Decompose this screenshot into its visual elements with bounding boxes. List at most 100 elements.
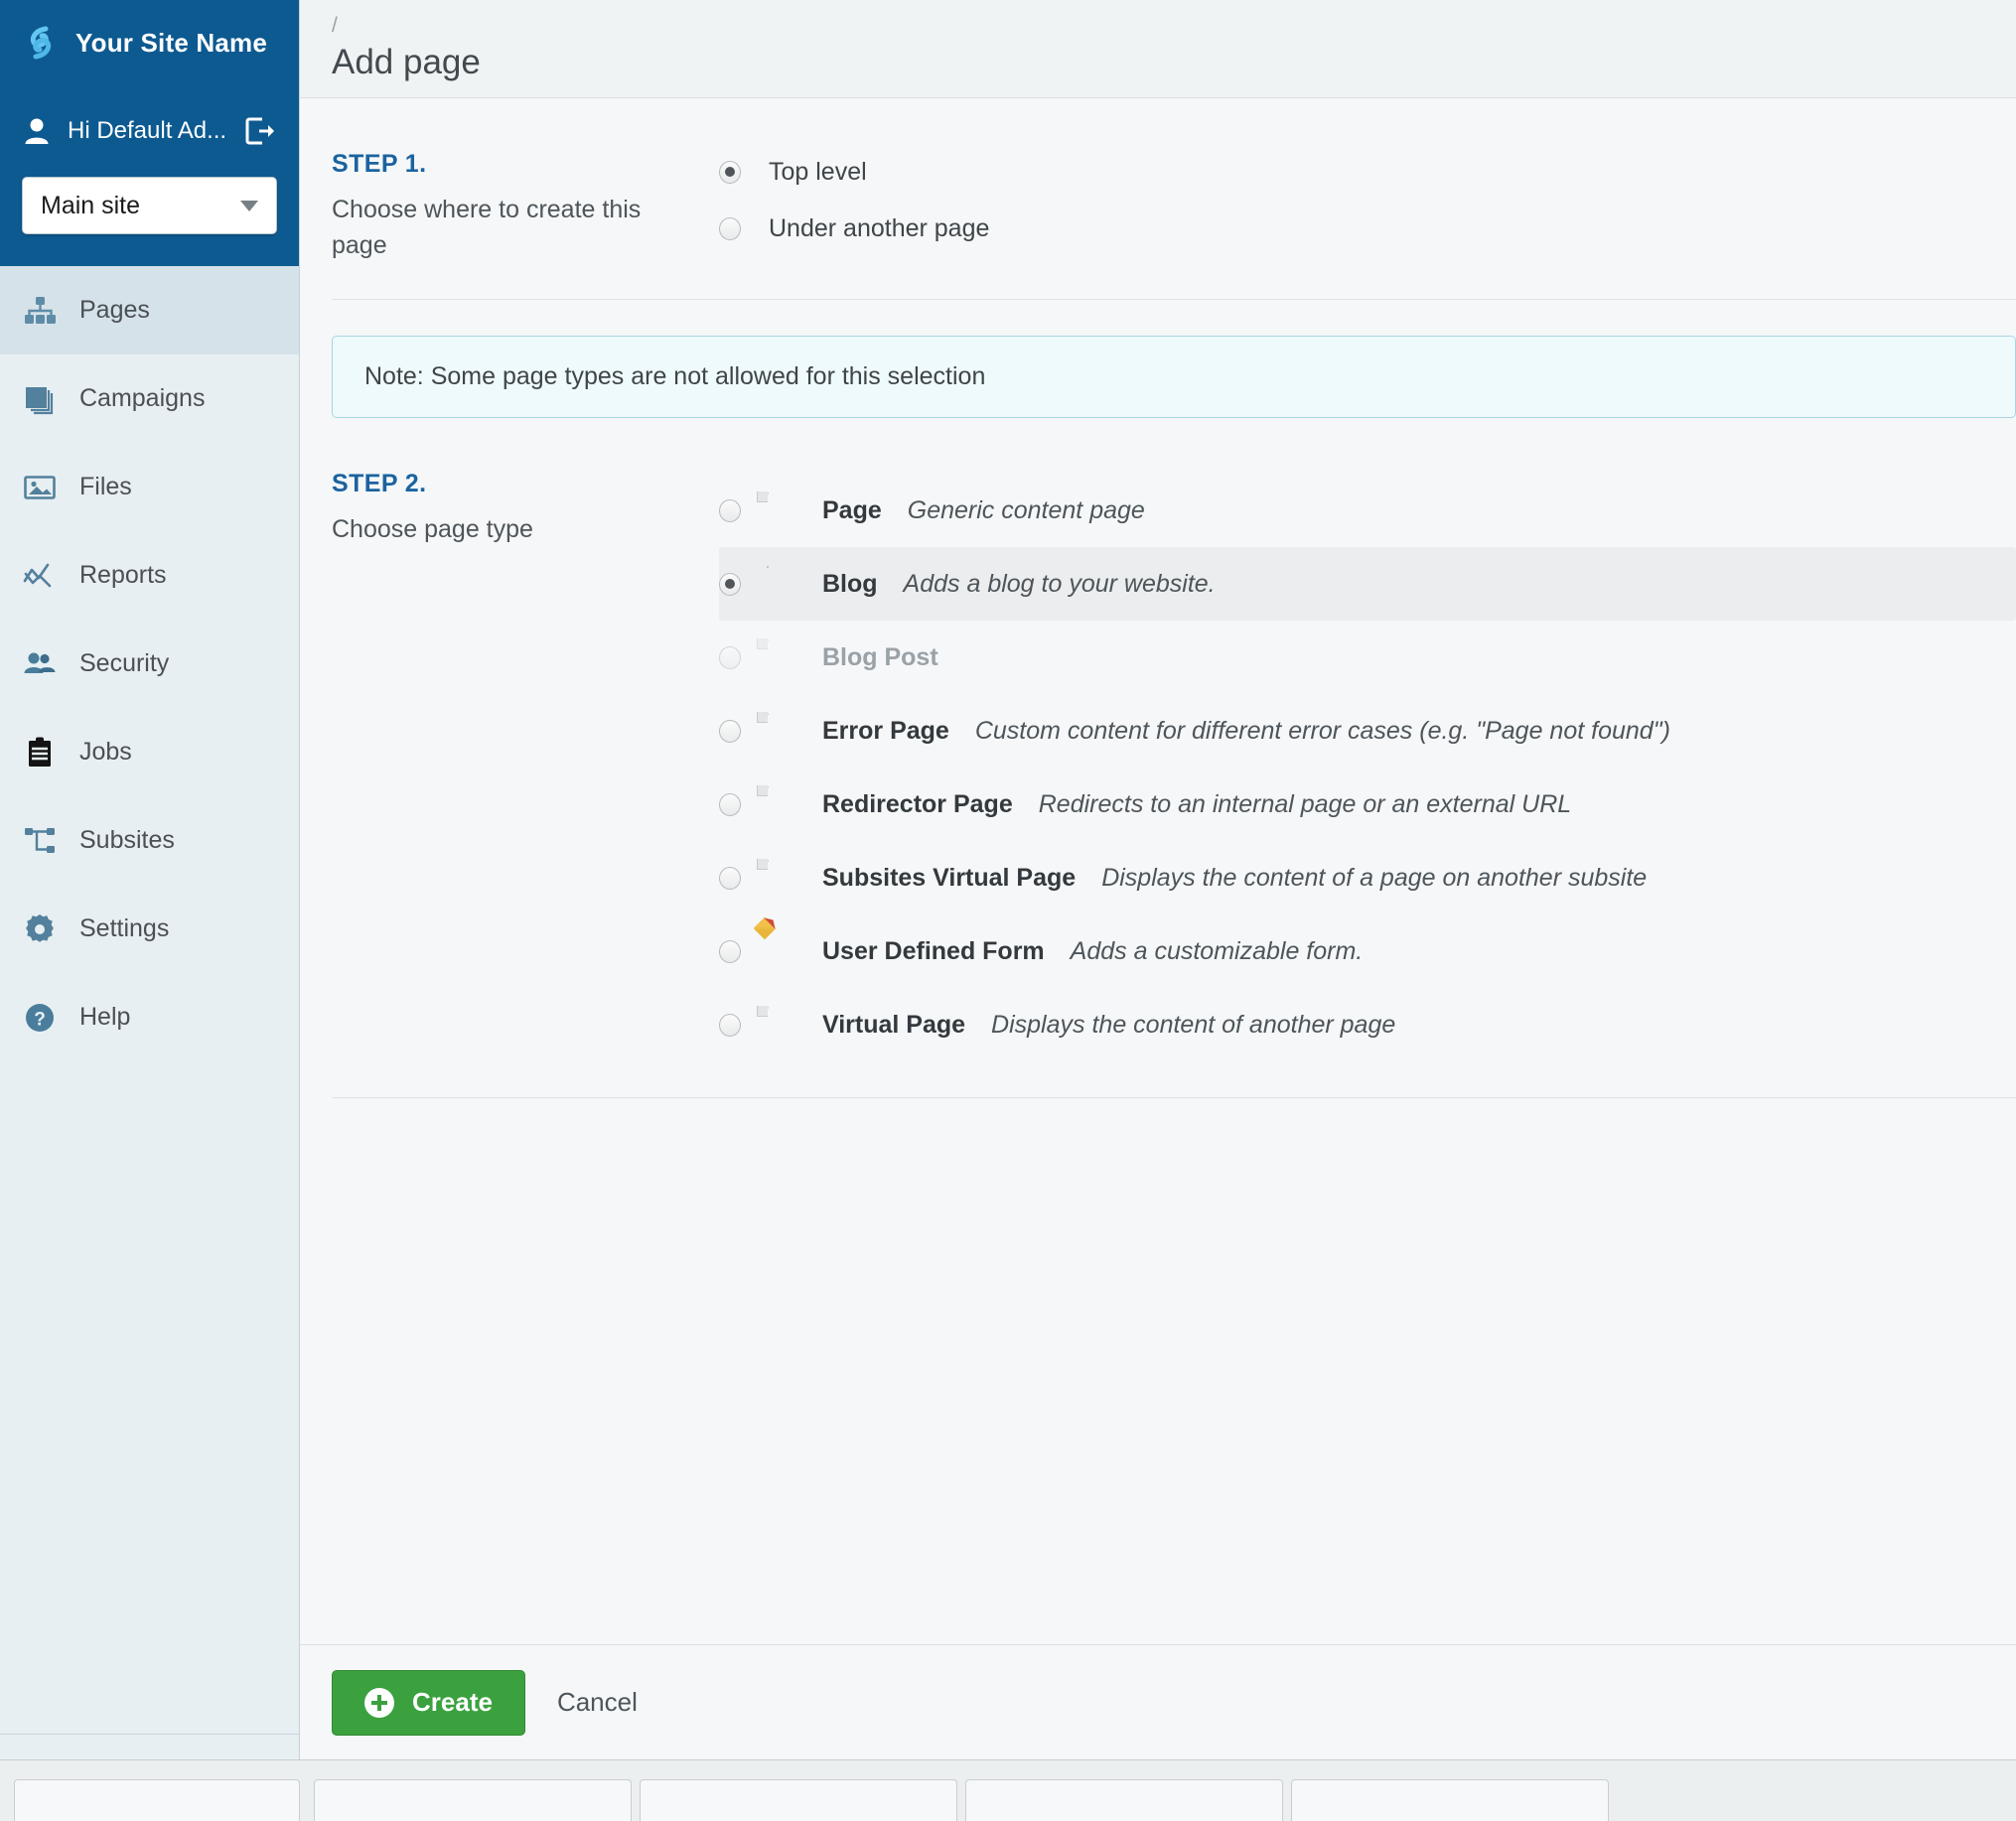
step-2-block: STEP 2. Choose page type Page Generic co… [332, 418, 2016, 1061]
app-root: Your Site Name Hi Default Ad... Main sit… [0, 0, 2016, 1821]
step-1-block: STEP 1. Choose where to create this page… [332, 98, 2016, 263]
page-type-name: Subsites Virtual Page [822, 863, 1077, 892]
create-button[interactable]: Create [332, 1669, 525, 1736]
sidebar-item-label: Jobs [79, 738, 132, 766]
page-type-description: Adds a customizable form. [1070, 936, 1364, 965]
site-select[interactable]: Main site [22, 177, 277, 234]
note-banner: Note: Some page types are not allowed fo… [332, 336, 2016, 418]
sidebar-item-settings[interactable]: Settings [0, 885, 299, 973]
page-type-name: Redirector Page [822, 789, 1013, 818]
document-icon [757, 491, 796, 528]
cancel-button[interactable]: Cancel [557, 1687, 638, 1718]
question-circle-icon: ? [22, 1000, 58, 1036]
page-type-name: Virtual Page [822, 1010, 966, 1039]
radio-indicator[interactable] [719, 217, 741, 240]
sidebar-item-security[interactable]: Security [0, 620, 299, 708]
image-icon [22, 470, 58, 505]
radio-top-level[interactable]: Top level [719, 150, 2016, 195]
page-type-name: Page [822, 495, 882, 524]
radio-indicator[interactable] [719, 572, 741, 596]
radio-indicator[interactable] [719, 1013, 741, 1037]
plus-circle-icon [364, 1687, 394, 1718]
nodes-icon [22, 823, 58, 859]
radio-indicator[interactable] [719, 498, 741, 522]
page-type-option[interactable]: Redirector Page Redirects to an internal… [719, 768, 2016, 841]
radio-indicator[interactable] [719, 161, 741, 184]
bottom-tab[interactable] [640, 1779, 957, 1821]
sidebar-nav: Pages Campaigns Files Reports Security J… [0, 266, 299, 1734]
sidebar-bottom-strip [0, 1759, 300, 1821]
user-greeting: Hi Default Ad... [68, 117, 227, 144]
radio-label: Under another page [769, 214, 990, 242]
user-block: Hi Default Ad... Main site [0, 85, 299, 266]
sidebar-item-label: Pages [79, 296, 150, 324]
chevron-down-icon [240, 200, 258, 211]
step-1-label-column: STEP 1. Choose where to create this page [332, 150, 719, 263]
document-icon [757, 785, 796, 822]
note-text: Note: Some page types are not allowed fo… [364, 362, 986, 390]
page-type-option[interactable]: Subsites Virtual Page Displays the conte… [719, 841, 2016, 914]
bottom-tab[interactable] [14, 1779, 300, 1821]
page-header: / Add page [300, 0, 2016, 98]
main-panel: / Add page STEP 1. Choose where to creat… [300, 0, 2016, 1821]
stack-icon [22, 381, 58, 417]
page-type-name: Blog [822, 569, 878, 598]
page-type-option[interactable]: Error Page Custom content for different … [719, 694, 2016, 768]
page-content: STEP 1. Choose where to create this page… [300, 98, 2016, 1821]
page-type-name: Error Page [822, 716, 949, 745]
sidebar-item-files[interactable]: Files [0, 443, 299, 531]
user-icon [22, 116, 52, 146]
sidebar-item-label: Campaigns [79, 384, 206, 412]
breadcrumb: / [332, 14, 338, 37]
action-bar: Create Cancel [300, 1644, 2016, 1759]
sidebar-item-label: Files [79, 473, 132, 500]
sidebar: Your Site Name Hi Default Ad... Main sit… [0, 0, 300, 1821]
users-icon [22, 646, 58, 682]
brand-header: Your Site Name [0, 0, 299, 85]
radio-under-another-page[interactable]: Under another page [719, 207, 2016, 251]
page-type-description: Generic content page [907, 495, 1145, 524]
page-type-description: Displays the content of a page on anothe… [1101, 863, 1648, 892]
radio-indicator[interactable] [719, 866, 741, 890]
sidebar-item-campaigns[interactable]: Campaigns [0, 354, 299, 443]
sidebar-item-label: Help [79, 1003, 131, 1031]
document-icon [757, 859, 796, 896]
page-type-option-disabled: Blog Post [719, 621, 2016, 694]
step-2-kicker: STEP 2. [332, 470, 427, 497]
form-pencil-icon [753, 916, 796, 969]
page-type-option[interactable]: Virtual Page Displays the content of ano… [719, 988, 2016, 1061]
sidebar-item-reports[interactable]: Reports [0, 531, 299, 620]
page-type-option[interactable]: Page Generic content page [719, 474, 2016, 547]
sitemap-icon [22, 293, 58, 329]
radio-indicator[interactable] [719, 939, 741, 963]
page-type-option[interactable]: Blog Adds a blog to your website. [719, 547, 2016, 621]
sidebar-item-label: Settings [79, 914, 170, 942]
radio-indicator[interactable] [719, 719, 741, 743]
page-type-description: Redirects to an internal page or an exte… [1038, 789, 1572, 818]
bottom-tab[interactable] [965, 1779, 1283, 1821]
sidebar-item-pages[interactable]: Pages [0, 266, 299, 354]
sidebar-item-help[interactable]: ? Help [0, 973, 299, 1061]
sidebar-item-subsites[interactable]: Subsites [0, 796, 299, 885]
document-icon [757, 1006, 796, 1043]
page-type-option[interactable]: User Defined Form Adds a customizable fo… [719, 914, 2016, 988]
radio-indicator [719, 645, 741, 669]
step-1-options: Top level Under another page [719, 150, 2016, 263]
sidebar-item-label: Security [79, 649, 170, 677]
bottom-tab[interactable] [1291, 1779, 1609, 1821]
gear-icon [22, 911, 58, 947]
svg-text:?: ? [34, 1009, 46, 1030]
step-2-label-column: STEP 2. Choose page type [332, 470, 719, 1061]
logout-icon[interactable] [243, 114, 277, 148]
radio-indicator[interactable] [719, 792, 741, 816]
page-type-name: User Defined Form [822, 936, 1045, 965]
page-type-name: Blog Post [822, 642, 938, 671]
page-type-description: Displays the content of another page [991, 1010, 1396, 1039]
section-divider-bottom [332, 1097, 2016, 1098]
clipboard-icon [22, 735, 58, 770]
page-type-description: Custom content for different error cases… [974, 716, 1670, 745]
sidebar-item-jobs[interactable]: Jobs [0, 708, 299, 796]
bottom-tab[interactable] [314, 1779, 632, 1821]
document-icon [757, 638, 796, 675]
page-type-description: Adds a blog to your website. [903, 569, 1216, 598]
